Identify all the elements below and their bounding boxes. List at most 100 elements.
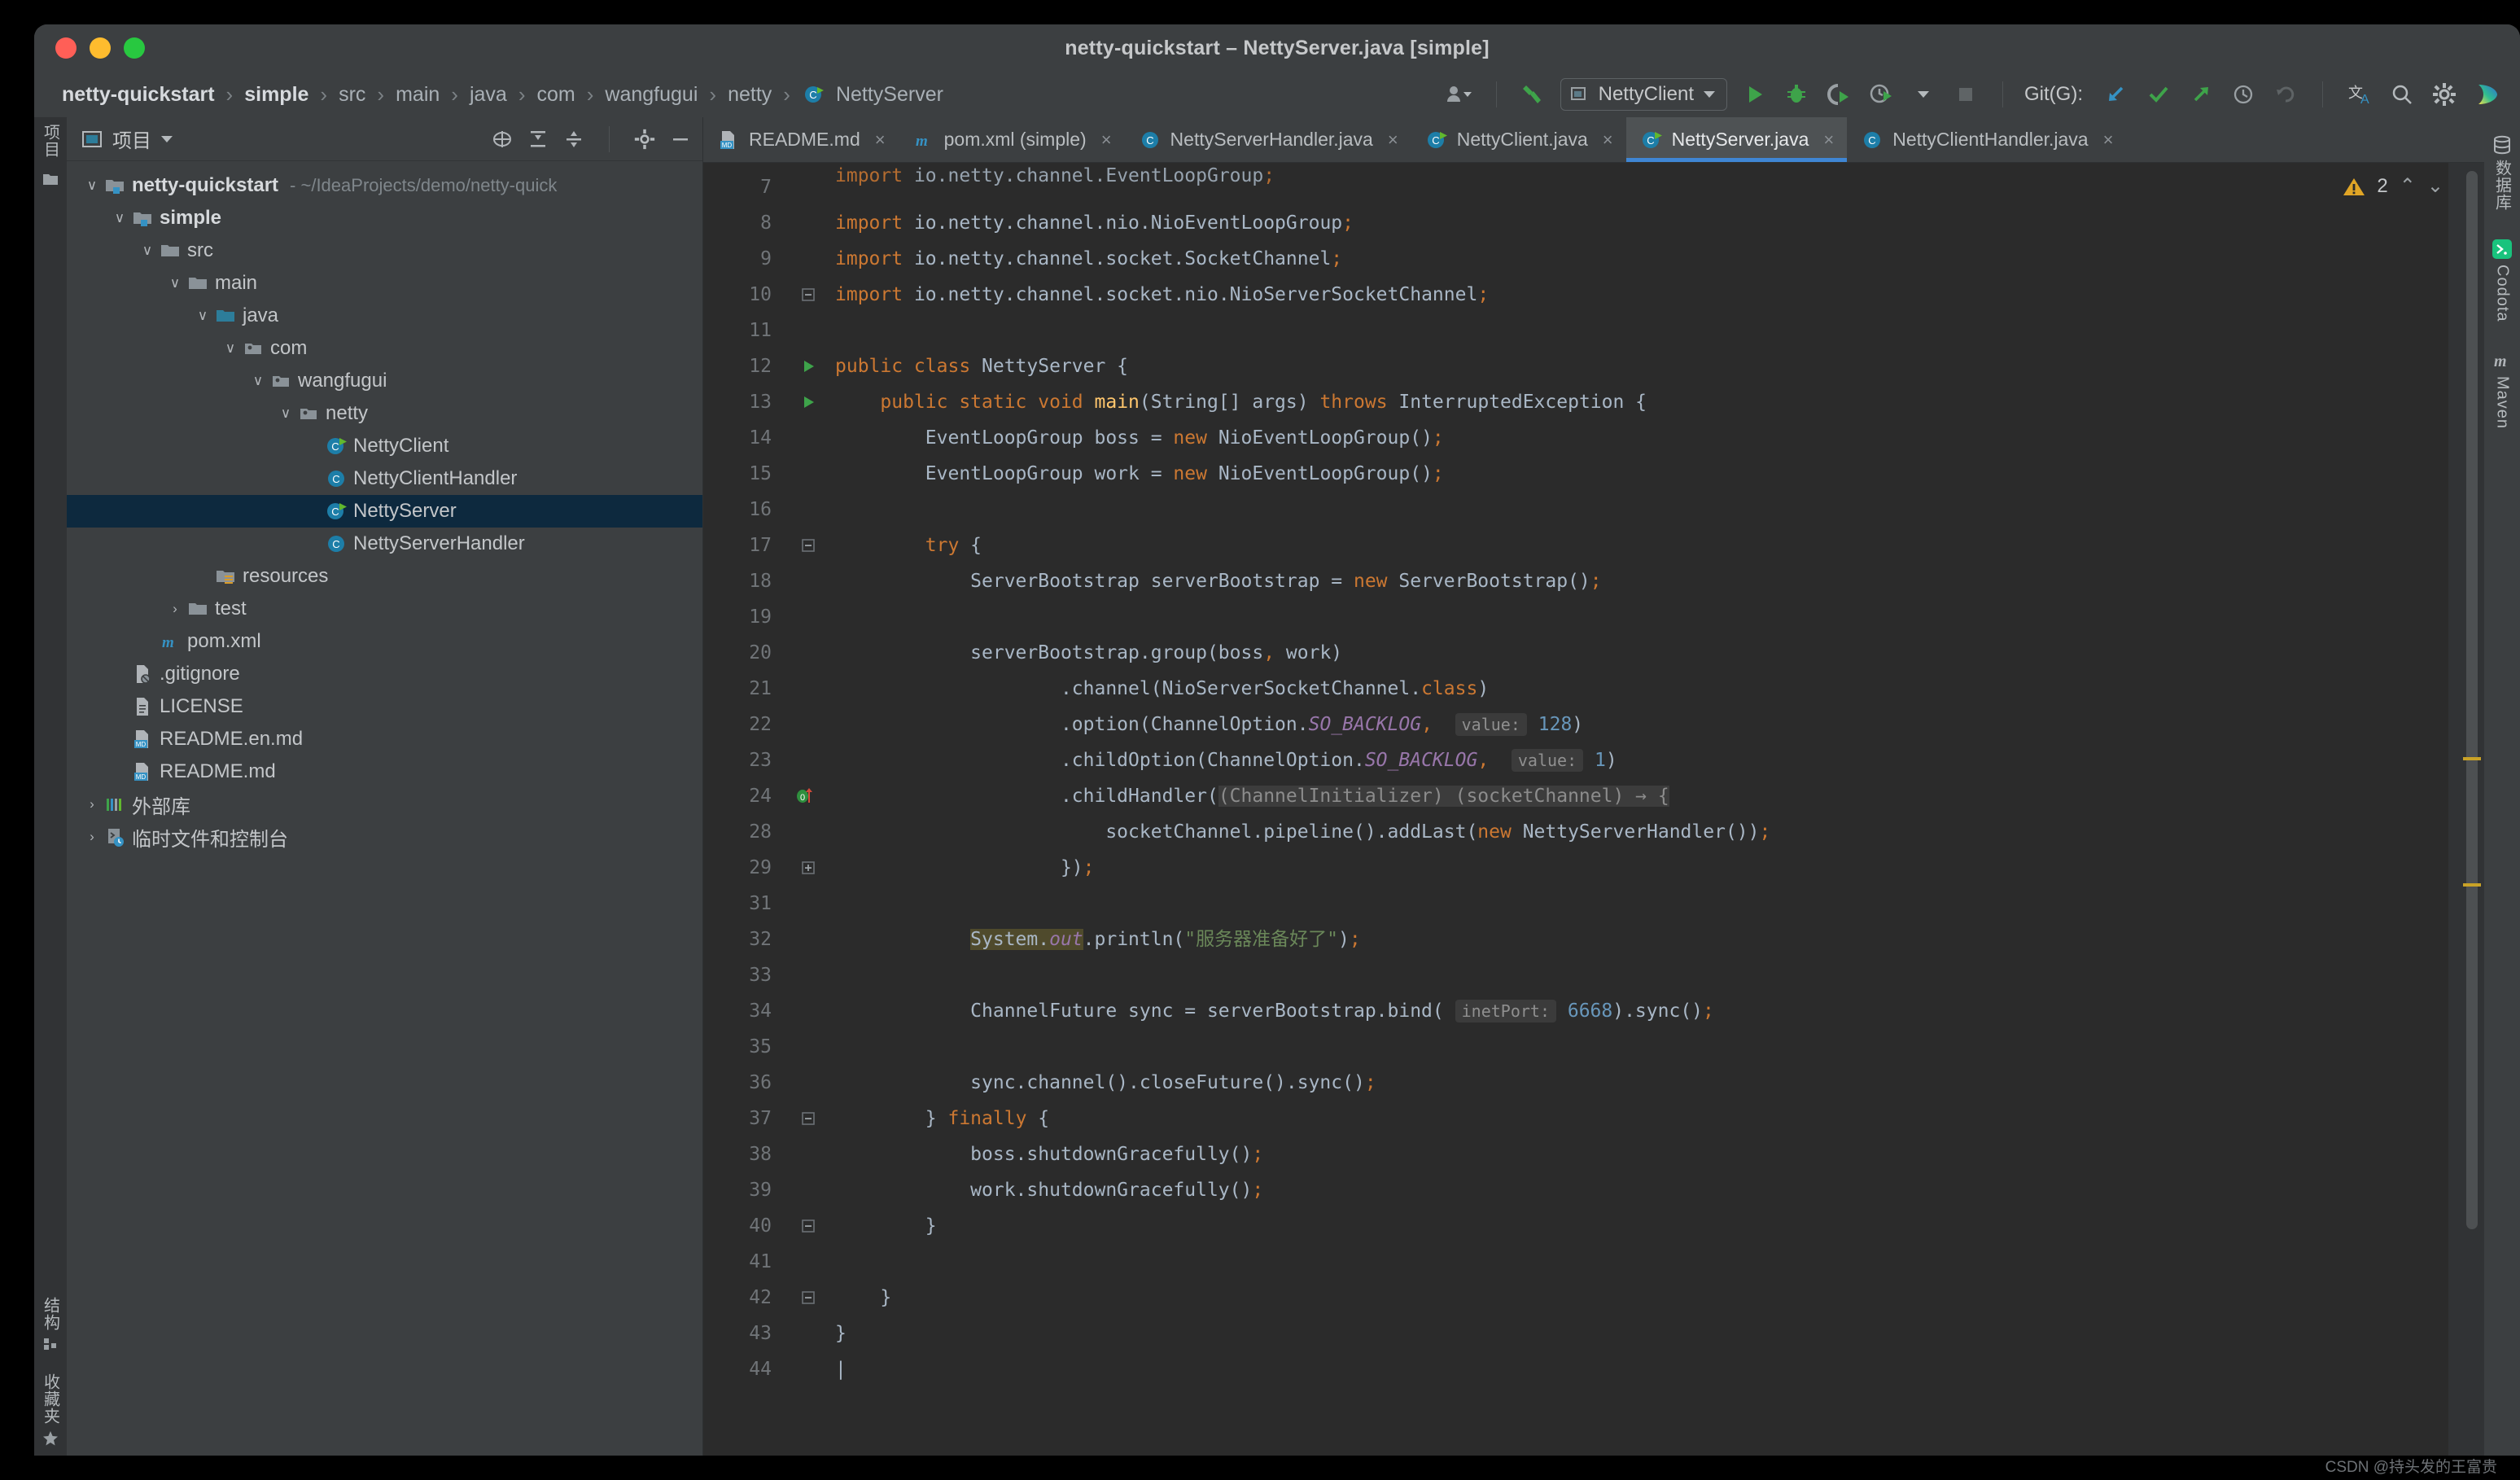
- profiler-dropdown-icon[interactable]: [1908, 79, 1939, 110]
- code-line[interactable]: }: [835, 1316, 2484, 1351]
- annotation-warning-mark[interactable]: [2463, 883, 2481, 887]
- code-line[interactable]: .childHandler((ChannelInitializer) (sock…: [835, 778, 2484, 814]
- tree-node--[interactable]: › 外部库: [67, 788, 702, 821]
- breadcrumb-file[interactable]: C NettyServer: [803, 83, 947, 107]
- locate-icon[interactable]: [492, 129, 513, 150]
- run-coverage-icon[interactable]: [1823, 79, 1854, 110]
- git-update-icon[interactable]: [2101, 79, 2132, 110]
- code-line[interactable]: EventLoopGroup boss = new NioEventLoopGr…: [835, 420, 2484, 456]
- code-line[interactable]: }: [835, 1208, 2484, 1244]
- code-line[interactable]: .option(ChannelOption.SO_BACKLOG, value:…: [835, 707, 2484, 742]
- tree-node-nettyserverhandler[interactable]: C NettyServerHandler: [67, 528, 702, 560]
- editor-tab-nettyclienthandler-java[interactable]: C NettyClientHandler.java ×: [1847, 117, 2126, 162]
- run-gutter-icon[interactable]: [781, 348, 835, 384]
- chevron-down-icon[interactable]: ∨: [192, 308, 213, 324]
- annotation-scrollbar[interactable]: [2448, 163, 2484, 1456]
- stop-icon[interactable]: [1950, 79, 1981, 110]
- tree-node-wangfugui[interactable]: ∨ wangfugui: [67, 365, 702, 397]
- expand-all-icon[interactable]: [527, 129, 549, 150]
- ide-logo-icon[interactable]: [2471, 79, 2502, 110]
- annotation-warning-mark[interactable]: [2463, 757, 2481, 760]
- code-line[interactable]: [835, 1029, 2484, 1065]
- previous-problem-icon[interactable]: ⌃: [2400, 174, 2416, 198]
- fold-collapse-icon[interactable]: [781, 1280, 835, 1316]
- tool-window-project-label[interactable]: 项目: [39, 124, 63, 158]
- code-line[interactable]: System.out.println("服务器准备好了");: [835, 922, 2484, 957]
- code-line[interactable]: public class NettyServer {: [835, 348, 2484, 384]
- code-line[interactable]: public static void main(String[] args) t…: [835, 384, 2484, 420]
- fold-expand-icon[interactable]: [781, 850, 835, 886]
- chevron-down-icon[interactable]: [161, 135, 173, 142]
- breadcrumb-item-1[interactable]: simple: [241, 83, 312, 107]
- chevron-down-icon[interactable]: ∨: [275, 405, 296, 422]
- code-line[interactable]: .channel(NioServerSocketChannel.class): [835, 671, 2484, 707]
- tree-node-resources[interactable]: resources: [67, 560, 702, 593]
- translate-icon[interactable]: 文 A: [2344, 79, 2375, 110]
- code-line[interactable]: [835, 599, 2484, 635]
- code-line[interactable]: });: [835, 850, 2484, 886]
- code-line[interactable]: ChannelFuture sync = serverBootstrap.bin…: [835, 993, 2484, 1029]
- code-line[interactable]: [835, 957, 2484, 993]
- code-line[interactable]: EventLoopGroup work = new NioEventLoopGr…: [835, 456, 2484, 492]
- close-tab-icon[interactable]: ×: [875, 129, 886, 151]
- code-line[interactable]: [835, 313, 2484, 348]
- tool-window-structure[interactable]: 结构: [39, 1297, 63, 1352]
- next-problem-icon[interactable]: ⌄: [2427, 174, 2443, 198]
- close-tab-icon[interactable]: ×: [1388, 129, 1398, 151]
- tree-node--[interactable]: › 临时文件和控制台: [67, 821, 702, 853]
- tree-node-readme-md[interactable]: MD README.md: [67, 755, 702, 788]
- tree-node-netty[interactable]: ∨ netty: [67, 397, 702, 430]
- code-line[interactable]: } finally {: [835, 1101, 2484, 1136]
- chevron-right-icon[interactable]: ›: [81, 829, 103, 845]
- chevron-right-icon[interactable]: ›: [164, 601, 186, 617]
- code-line[interactable]: .childOption(ChannelOption.SO_BACKLOG, v…: [835, 742, 2484, 778]
- chevron-right-icon[interactable]: ›: [81, 796, 103, 812]
- editor-tab-nettyserver-java[interactable]: C NettyServer.java ×: [1625, 117, 1848, 162]
- tree-node-license[interactable]: LICENSE: [67, 690, 702, 723]
- breadcrumb-item-6[interactable]: wangfugui: [602, 83, 701, 107]
- fold-collapse-icon[interactable]: [781, 277, 835, 313]
- code-line[interactable]: serverBootstrap.group(boss, work): [835, 635, 2484, 671]
- run-gutter-icon[interactable]: [781, 384, 835, 420]
- chevron-down-icon[interactable]: ∨: [81, 177, 103, 194]
- code-line[interactable]: ServerBootstrap serverBootstrap = new Se…: [835, 563, 2484, 599]
- chevron-down-icon[interactable]: ∨: [164, 275, 186, 291]
- build-hammer-icon[interactable]: [1518, 79, 1549, 110]
- inspection-widget[interactable]: 2 ⌃ ⌄: [2343, 174, 2443, 198]
- tool-window-codota[interactable]: Codota: [2492, 239, 2513, 322]
- fold-collapse-icon[interactable]: [781, 1208, 835, 1244]
- breadcrumb-item-5[interactable]: com: [534, 83, 579, 107]
- editor-tab-readme-md[interactable]: MD README.md ×: [703, 117, 899, 162]
- git-push-icon[interactable]: [2185, 79, 2216, 110]
- tree-node-main[interactable]: ∨ main: [67, 267, 702, 300]
- tree-node-test[interactable]: › test: [67, 593, 702, 625]
- scrollbar-thumb[interactable]: [2466, 171, 2478, 1229]
- tree-node-simple[interactable]: ∨ simple: [67, 202, 702, 234]
- tree-node-nettyclient[interactable]: C NettyClient: [67, 430, 702, 462]
- settings-gear-icon[interactable]: [634, 129, 655, 150]
- chevron-down-icon[interactable]: ∨: [247, 373, 269, 389]
- fold-collapse-icon[interactable]: [781, 528, 835, 563]
- bookmark-gutter-icon[interactable]: 0: [781, 778, 835, 814]
- tree-node-src[interactable]: ∨ src: [67, 234, 702, 267]
- breadcrumb-item-7[interactable]: netty: [724, 83, 775, 107]
- git-commit-icon[interactable]: [2143, 79, 2174, 110]
- tree-node-nettyclienthandler[interactable]: C NettyClientHandler: [67, 462, 702, 495]
- editor-tab-pom-xml-simple-[interactable]: m pom.xml (simple) ×: [899, 117, 1125, 162]
- history-icon[interactable]: [2228, 79, 2259, 110]
- editor-area[interactable]: 7 8 9 10 11 12 13 14 15 16 17 18 19 20 21 22 23 24 28 29 31 3…: [703, 163, 2484, 1456]
- tool-window-favorites[interactable]: 收藏夹: [39, 1373, 63, 1447]
- code-line[interactable]: import io.netty.channel.nio.NioEventLoop…: [835, 205, 2484, 241]
- tree-node-netty-quickstart[interactable]: ∨ netty-quickstart - ~/IdeaProjects/demo/n…: [67, 169, 702, 202]
- tree-node-com[interactable]: ∨ com: [67, 332, 702, 365]
- code-line[interactable]: [835, 886, 2484, 922]
- tree-node-nettyserver[interactable]: C NettyServer: [67, 495, 702, 528]
- chevron-down-icon[interactable]: ∨: [137, 243, 158, 259]
- user-accounts-icon[interactable]: [1444, 79, 1475, 110]
- editor-tab-nettyserverhandler-java[interactable]: C NettyServerHandler.java ×: [1125, 117, 1411, 162]
- breadcrumb-item-4[interactable]: java: [466, 83, 510, 107]
- code-line[interactable]: import io.netty.channel.EventLoopGroup;: [835, 163, 2484, 205]
- code-line[interactable]: work.shutdownGracefully();: [835, 1172, 2484, 1208]
- tool-window-database[interactable]: 数据库: [2491, 135, 2514, 211]
- tree-node-readme-en-md[interactable]: MD README.en.md: [67, 723, 702, 755]
